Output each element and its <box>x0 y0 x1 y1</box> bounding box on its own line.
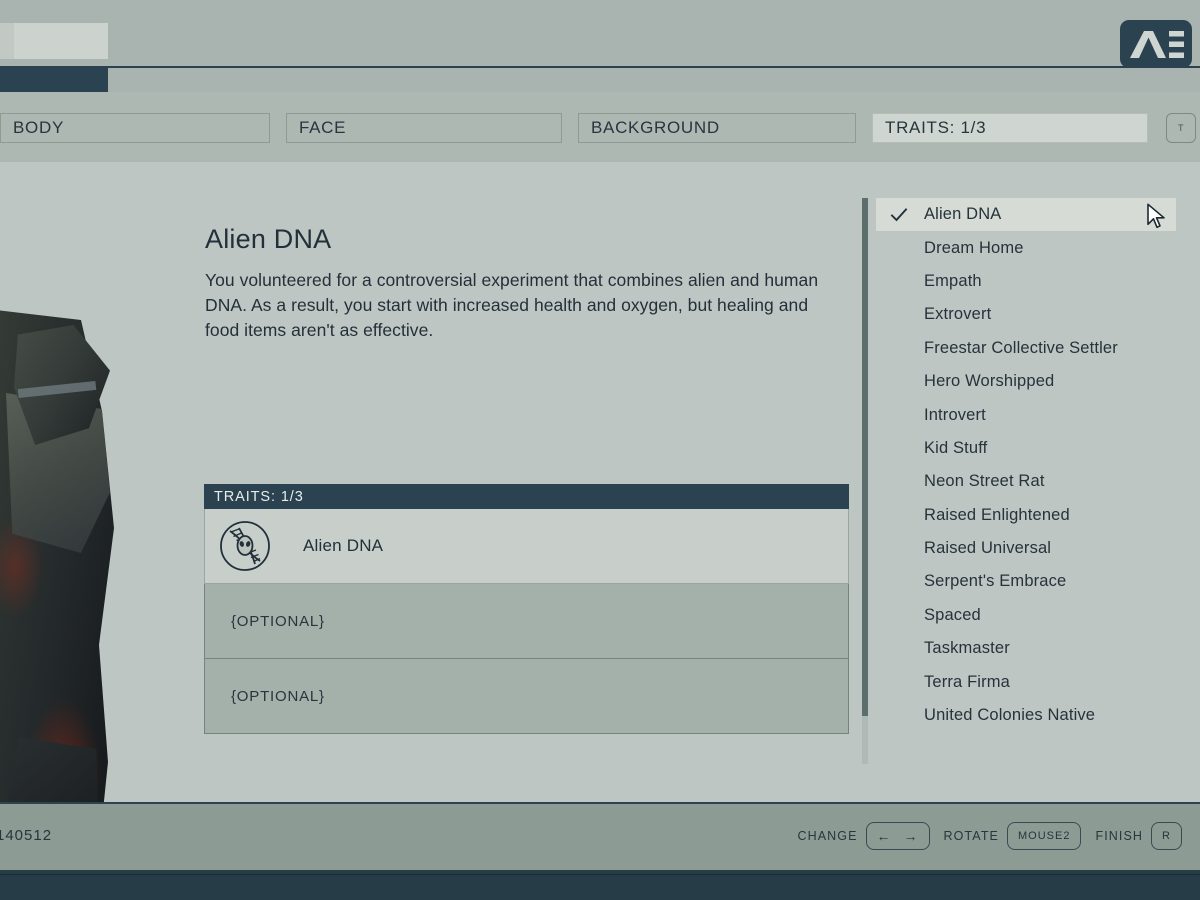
trait-list-item-label: Raised Universal <box>924 539 1052 558</box>
trait-list-item-hero-worshipped[interactable]: Hero Worshipped <box>876 365 1176 398</box>
trait-slot-label: {OPTIONAL} <box>231 612 325 630</box>
trait-list-item-label: Spaced <box>924 605 981 624</box>
progress-bar-track <box>0 66 1200 68</box>
trait-slot-empty-1[interactable]: {OPTIONAL} <box>204 584 849 659</box>
trait-list-item-label: Terra Firma <box>924 672 1010 691</box>
trait-detail-description: You volunteered for a controversial expe… <box>205 270 819 340</box>
footer-counter: 140512 <box>0 827 53 844</box>
trait-list-item-united-colonies-native[interactable]: United Colonies Native <box>876 699 1176 732</box>
tab-background-label: BACKGROUND <box>591 118 720 137</box>
footer-hints: CHANGE ← → ROTATE MOUSE2 FINISH R <box>797 822 1182 850</box>
trait-list-item-label: Freestar Collective Settler <box>924 338 1118 357</box>
trait-list-item-label: Dream Home <box>924 238 1024 257</box>
trait-list-item-label: Serpent's Embrace <box>924 572 1067 591</box>
trait-list-item-kid-stuff[interactable]: Kid Stuff <box>876 432 1176 465</box>
tab-face[interactable]: FACE <box>286 113 562 143</box>
trait-list-item-extrovert[interactable]: Extrovert <box>876 298 1176 331</box>
trait-list-item-spaced[interactable]: Spaced <box>876 599 1176 632</box>
tab-face-label: FACE <box>299 118 347 137</box>
trait-list-item-label: United Colonies Native <box>924 706 1096 725</box>
progress-chip <box>0 23 108 59</box>
tab-key-hint[interactable]: T <box>1166 113 1196 143</box>
tab-traits-label: TRAITS: 1/3 <box>885 118 987 137</box>
trait-list-item-label: Introvert <box>924 405 986 424</box>
hint-rotate-key: MOUSE2 <box>1007 822 1082 850</box>
trait-list-item-taskmaster[interactable]: Taskmaster <box>876 632 1176 665</box>
trait-list-item-label: Extrovert <box>924 305 992 324</box>
hint-rotate-label: ROTATE <box>943 829 999 843</box>
tab-body[interactable]: BODY <box>0 113 270 143</box>
header-bar <box>0 0 1200 92</box>
trait-list-item-label: Kid Stuff <box>924 438 988 457</box>
trait-list-item-label: Alien DNA <box>924 205 1002 224</box>
trait-slot-empty-2[interactable]: {OPTIONAL} <box>204 659 849 734</box>
trait-list-item-raised-enlightened[interactable]: Raised Enlightened <box>876 499 1176 532</box>
tab-key-hint-label: T <box>1177 123 1185 133</box>
trait-list-item-label: Raised Enlightened <box>924 505 1070 524</box>
character-belt <box>17 380 97 399</box>
trait-list-item-alien-dna[interactable]: Alien DNA <box>876 198 1176 232</box>
hint-finish-label: FINISH <box>1095 829 1144 843</box>
character-shoulder-pad <box>14 325 110 445</box>
check-icon <box>890 206 908 224</box>
character-creation-screen: BODY FACE BACKGROUND TRAITS: 1/3 T Alien… <box>0 0 1200 900</box>
trait-slot-label: Alien DNA <box>303 536 384 555</box>
character-coat <box>6 393 110 553</box>
trait-list-item-neon-street-rat[interactable]: Neon Street Rat <box>876 465 1176 498</box>
trait-list-item-raised-universal[interactable]: Raised Universal <box>876 532 1176 565</box>
trait-list-scrollbar-track[interactable] <box>862 198 868 764</box>
ae-monogram-logo <box>1120 20 1192 68</box>
hint-finish[interactable]: FINISH R <box>1095 822 1182 850</box>
trait-list-panel: Alien DNA Dream Home Empath Extrovert Fr… <box>862 198 1182 764</box>
alien-dna-icon <box>217 518 273 574</box>
trait-list-item-serpents-embrace[interactable]: Serpent's Embrace <box>876 565 1176 598</box>
tab-body-label: BODY <box>13 118 64 137</box>
trait-slot-label: {OPTIONAL} <box>231 687 325 705</box>
letterbox-bar <box>0 870 1200 900</box>
selected-traits-header: TRAITS: 1/3 <box>204 484 849 509</box>
trait-slot-filled[interactable]: Alien DNA <box>204 509 849 584</box>
trait-list-item-label: Empath <box>924 271 982 290</box>
trait-list-item-label: Taskmaster <box>924 639 1010 658</box>
hint-change-keys: ← → <box>865 822 930 850</box>
hint-change[interactable]: CHANGE ← → <box>797 822 930 850</box>
tab-background[interactable]: BACKGROUND <box>578 113 856 143</box>
hint-finish-key: R <box>1151 822 1182 850</box>
trait-list-item-dream-home[interactable]: Dream Home <box>876 231 1176 264</box>
footer-bar: 140512 CHANGE ← → ROTATE MOUSE2 FINISH R <box>0 802 1200 870</box>
arrow-right-icon: → <box>903 828 919 844</box>
tab-traits[interactable]: TRAITS: 1/3 <box>872 113 1148 143</box>
trait-list-item-label: Neon Street Rat <box>924 472 1045 491</box>
trait-list: Alien DNA Dream Home Empath Extrovert Fr… <box>876 198 1176 732</box>
trait-detail: Alien DNA You volunteered for a controve… <box>205 224 825 343</box>
trait-list-item-introvert[interactable]: Introvert <box>876 398 1176 431</box>
trait-list-item-terra-firma[interactable]: Terra Firma <box>876 665 1176 698</box>
hint-rotate[interactable]: ROTATE MOUSE2 <box>944 822 1082 850</box>
selected-traits-panel: TRAITS: 1/3 Alien DNA {OPTIONAL} {OPTION… <box>204 484 849 734</box>
trait-list-scrollbar-thumb[interactable] <box>862 198 868 716</box>
mouse-cursor-icon <box>1146 203 1166 229</box>
category-tabs: BODY FACE BACKGROUND TRAITS: 1/3 T <box>0 113 1200 143</box>
hint-change-label: CHANGE <box>797 829 858 843</box>
selected-traits-header-label: TRAITS: 1/3 <box>214 488 304 505</box>
progress-bar-fill <box>0 66 108 92</box>
trait-list-item-freestar-collective-settler[interactable]: Freestar Collective Settler <box>876 332 1176 365</box>
trait-list-item-empath[interactable]: Empath <box>876 265 1176 298</box>
trait-list-item-label: Hero Worshipped <box>924 372 1055 391</box>
arrow-left-icon: ← <box>876 828 892 844</box>
main-content: Alien DNA You volunteered for a controve… <box>0 162 1200 900</box>
trait-detail-title: Alien DNA <box>205 224 332 254</box>
